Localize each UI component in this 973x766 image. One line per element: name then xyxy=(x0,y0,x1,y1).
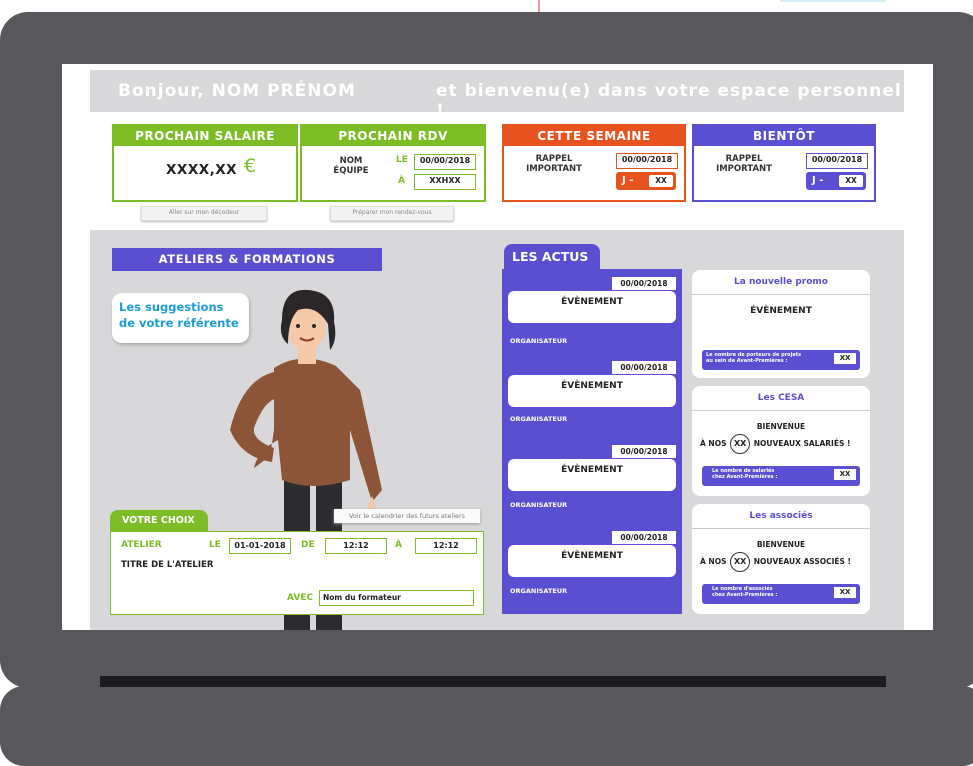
rdv-date-field: 00/00/2018 xyxy=(414,154,476,170)
person-eye-left xyxy=(296,324,300,328)
associes-title: Les associés xyxy=(692,504,870,529)
choice-atelier-label: ATELIER xyxy=(121,540,162,550)
votre-choix-tab: VOTRE CHOIX xyxy=(110,510,208,532)
associes-welcome-line: À NOS XX NOUVEAUX ASSOCIÉS ! xyxy=(700,552,866,572)
votre-choix-box: ATELIER LE 01-01-2018 DE 12:12 À 12:12 T… xyxy=(110,531,484,615)
actus-item-2-organizer: ORGANISATEUR xyxy=(510,415,568,423)
semaine-j-value: XX xyxy=(649,175,673,187)
promo-event: ÉVÈNEMENT xyxy=(750,306,812,316)
greeting-hello: Bonjour, NOM PRÉNOM xyxy=(118,81,356,101)
dashboard-screen: Bonjour, NOM PRÉNOM et bienvenu(e) dans … xyxy=(62,64,933,630)
prepare-rdv-button[interactable]: Préparer mon rendez-vous xyxy=(330,206,454,221)
laptop-base xyxy=(0,686,973,766)
rdv-le-label: LE xyxy=(396,155,408,165)
bientot-date-field: 00/00/2018 xyxy=(806,153,868,169)
cesa-bienvenue: BIENVENUE xyxy=(756,422,806,431)
choice-formateur-field[interactable]: Nom du formateur xyxy=(319,590,474,606)
card-prochain-salaire[interactable]: PROCHAIN SALAIRE XXXX,XX € xyxy=(112,124,298,202)
choice-de-label: DE xyxy=(301,540,315,550)
cesa-pre: À NOS xyxy=(700,439,727,448)
cesa-count-value: XX xyxy=(834,469,856,480)
bubble-line-1: Les suggestions xyxy=(119,300,224,314)
euro-icon: € xyxy=(244,155,257,177)
bientot-countdown: J - XX xyxy=(806,172,866,190)
cesa-post: NOUVEAUX SALARIÉS ! xyxy=(753,439,851,448)
actus-item-2-card[interactable]: ÉVÈNEMENT xyxy=(508,375,676,407)
actus-tab[interactable]: LES ACTUS xyxy=(504,244,600,270)
person-eye-right xyxy=(312,324,316,328)
associes-bienvenue: BIENVENUE xyxy=(756,540,806,549)
choice-start-field[interactable]: 12:12 xyxy=(325,538,387,554)
rdv-equipe: ÉQUIPE xyxy=(333,166,369,176)
actus-panel: 00/00/2018 ÉVÈNEMENT ORGANISATEUR 00/00/… xyxy=(502,269,682,614)
card-bientot[interactable]: BIENTÔT RAPPEL IMPORTANT 00/00/2018 J - … xyxy=(692,124,876,202)
card-prochain-rdv[interactable]: PROCHAIN RDV NOM ÉQUIPE LE 00/00/2018 À … xyxy=(300,124,486,202)
greeting-welcome: et bienvenu(e) dans votre espace personn… xyxy=(436,81,902,121)
associes-post: NOUVEAUX ASSOCIÉS ! xyxy=(753,557,851,566)
associes-count-value: XX xyxy=(834,587,856,598)
actus-item-2-date: 00/00/2018 xyxy=(611,360,677,375)
bubble-tail xyxy=(216,334,228,343)
bientot-important: IMPORTANT xyxy=(716,164,772,174)
promo-count-pill: Le nombre de porteurs de projets au sein… xyxy=(702,350,860,370)
associes-pre: À NOS xyxy=(700,557,727,566)
actus-item-4-date: 00/00/2018 xyxy=(611,530,677,545)
semaine-important: IMPORTANT xyxy=(526,164,582,174)
actus-item-1-card[interactable]: ÉVÈNEMENT xyxy=(508,291,676,323)
choice-date-field[interactable]: 01-01-2018 xyxy=(229,538,291,554)
background-card-tab xyxy=(780,0,886,2)
actus-item-3-organizer: ORGANISATEUR xyxy=(510,501,568,509)
cesa-count-pill: Le nombre de salariés chez Avant-Premièr… xyxy=(702,466,860,486)
cesa-welcome-line: À NOS XX NOUVEAUX SALARIÉS ! xyxy=(700,434,866,454)
actus-item-1-date: 00/00/2018 xyxy=(611,276,677,291)
semaine-date-field: 00/00/2018 xyxy=(616,153,678,169)
rdv-time-field: XXHXX xyxy=(414,174,476,190)
salary-amount: XXXX,XX xyxy=(166,162,238,178)
bientot-j-label: J - xyxy=(812,175,824,186)
choice-a-label: À xyxy=(395,540,402,550)
card-rdv-title: PROCHAIN RDV xyxy=(302,126,484,146)
promo-title: La nouvelle promo xyxy=(692,270,870,295)
suggestions-bubble: Les suggestions de votre référente xyxy=(112,293,249,343)
choice-end-field[interactable]: 12:12 xyxy=(415,538,477,554)
card-bientot-title: BIENTÔT xyxy=(694,126,874,146)
choice-le-label: LE xyxy=(209,540,221,550)
person-arm xyxy=(230,372,278,462)
promo-count-value: XX xyxy=(834,353,856,364)
bientot-j-value: XX xyxy=(839,175,863,187)
rdv-nom: NOM xyxy=(339,156,363,166)
actus-item-3-card[interactable]: ÉVÈNEMENT xyxy=(508,459,676,491)
calendar-button[interactable]: Voir le calendrier des futurs ateliers xyxy=(334,509,480,523)
semaine-countdown: J - XX xyxy=(616,172,676,190)
associes-xx-circle: XX xyxy=(730,552,751,572)
card-salaire-title: PROCHAIN SALAIRE xyxy=(114,126,296,146)
bubble-line-2: de votre référente xyxy=(119,316,239,330)
ateliers-formations-header[interactable]: ATELIERS & FORMATIONS xyxy=(112,248,382,271)
choice-titre: TITRE DE L'ATELIER xyxy=(121,560,214,570)
cesa-xx-circle: XX xyxy=(730,434,751,454)
associes-count-pill: Le nombre d'associés chez Avant-Première… xyxy=(702,584,860,604)
greeting-bar: Bonjour, NOM PRÉNOM et bienvenu(e) dans … xyxy=(90,70,904,121)
decodeur-button[interactable]: Aller sur mon décodeur xyxy=(141,206,267,221)
semaine-rappel: RAPPEL xyxy=(535,154,573,164)
semaine-j-label: J - xyxy=(622,175,634,186)
laptop-hinge xyxy=(100,676,886,687)
card-semaine-title: CETTE SEMAINE xyxy=(504,126,684,146)
card-les-associes[interactable]: Les associés BIENVENUE À NOS XX NOUVEAUX… xyxy=(692,504,870,614)
rdv-a-label: À xyxy=(398,176,405,186)
actus-item-3-date: 00/00/2018 xyxy=(611,444,677,459)
card-nouvelle-promo[interactable]: La nouvelle promo ÉVÈNEMENT Le nombre de… xyxy=(692,270,870,378)
actus-item-4-organizer: ORGANISATEUR xyxy=(510,587,568,595)
card-les-cesa[interactable]: Les CESA BIENVENUE À NOS XX NOUVEAUX SAL… xyxy=(692,386,870,496)
actus-item-1-organizer: ORGANISATEUR xyxy=(510,337,568,345)
choice-avec-label: AVEC xyxy=(287,593,314,603)
actus-item-4-card[interactable]: ÉVÈNEMENT xyxy=(508,545,676,577)
card-cette-semaine[interactable]: CETTE SEMAINE RAPPEL IMPORTANT 00/00/201… xyxy=(502,124,686,202)
cesa-title: Les CESA xyxy=(692,386,870,411)
bientot-rappel: RAPPEL xyxy=(725,154,763,164)
